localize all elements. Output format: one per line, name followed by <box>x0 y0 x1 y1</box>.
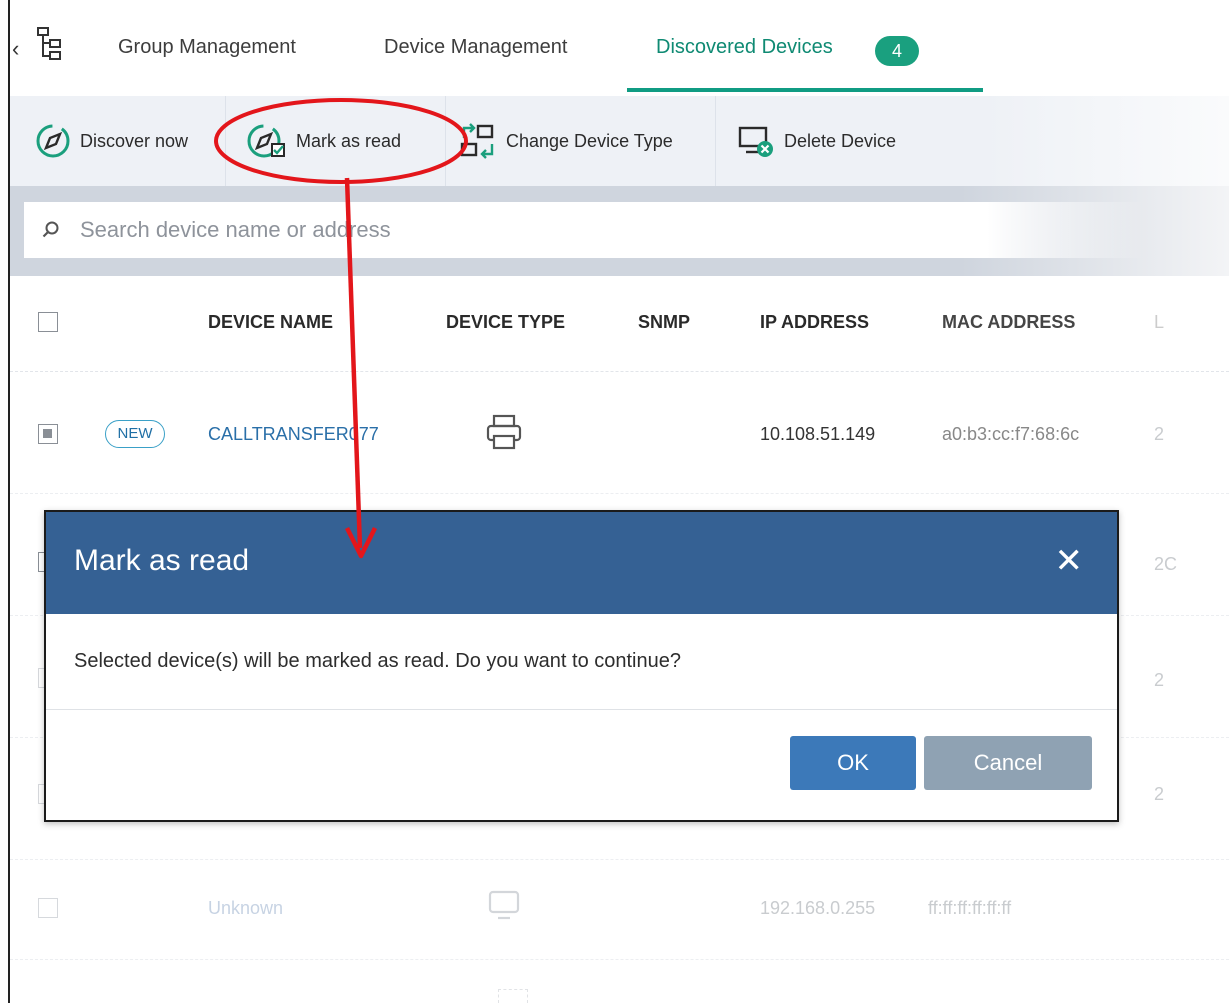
header-device-type[interactable]: DEVICE TYPE <box>446 312 565 333</box>
search-band <box>10 186 1229 276</box>
table-row[interactable]: NEW CALLTRANSFER077 10.108.51.149 a0:b3:… <box>10 372 1229 494</box>
table-row[interactable]: Unknown 192.168.0.255 ff:ff:ff:ff:ff:ff <box>10 850 1229 960</box>
ip-address: 10.108.51.149 <box>760 424 876 444</box>
header-mac-address[interactable]: MAC ADDRESS <box>942 312 1075 333</box>
dialog-title: Mark as read <box>74 544 250 577</box>
mark-as-read-button[interactable]: Mark as read <box>226 96 446 186</box>
group-tree-icon[interactable] <box>36 26 64 62</box>
tab-bar: ‹ Group Management Device Management Dis… <box>10 0 1229 94</box>
dialog-footer: OK Cancel <box>46 710 1117 820</box>
mark-as-read-dialog: Mark as read ✕ Selected device(s) will b… <box>44 510 1119 822</box>
device-type-icon-partial <box>498 989 528 1003</box>
header-ip-address[interactable]: IP ADDRESS <box>760 312 869 333</box>
mac-address: a0:b3:cc:f7:68:6c <box>942 424 1080 444</box>
tab-discovered-devices[interactable]: Discovered Devices <box>656 36 833 59</box>
header-snmp[interactable]: SNMP <box>638 312 690 333</box>
mark-read-compass-icon <box>247 124 285 158</box>
monitor-icon <box>488 890 520 920</box>
dialog-body: Selected device(s) will be marked as rea… <box>46 614 1117 710</box>
toolbar: Discover now Mark as read Change Device … <box>10 96 1229 186</box>
dialog-message: Selected device(s) will be marked as rea… <box>74 650 681 672</box>
ip-address: 192.168.0.255 <box>760 898 876 918</box>
change-device-type-label: Change Device Type <box>506 130 673 151</box>
header-device-name[interactable]: DEVICE NAME <box>208 312 333 333</box>
search-box[interactable] <box>24 202 1144 258</box>
search-icon <box>42 221 59 238</box>
extra-value: 2 <box>1154 670 1165 690</box>
table-row-partial <box>10 985 1229 1003</box>
row-checkbox[interactable] <box>38 898 58 918</box>
discover-now-label: Discover now <box>80 130 189 151</box>
delete-device-label: Delete Device <box>784 130 897 151</box>
back-chevron-icon[interactable]: ‹ <box>12 36 19 62</box>
search-input[interactable] <box>80 217 880 243</box>
dialog-header: Mark as read ✕ <box>46 512 1117 614</box>
close-icon[interactable]: ✕ <box>1055 544 1084 578</box>
tab-group-management[interactable]: Group Management <box>118 36 296 59</box>
mac-address: ff:ff:ff:ff:ff:ff <box>928 898 1012 918</box>
swap-device-icon <box>460 123 494 159</box>
header-extra[interactable]: L <box>1154 312 1164 333</box>
delete-monitor-icon <box>738 126 773 157</box>
printer-icon <box>486 414 522 450</box>
change-device-type-button[interactable]: Change Device Type <box>448 96 716 186</box>
extra-value: 2C <box>1154 554 1178 574</box>
device-name-link[interactable]: Unknown <box>208 898 283 919</box>
discovered-count-badge: 4 <box>875 36 919 66</box>
cancel-button[interactable]: Cancel <box>924 736 1092 790</box>
tab-device-management[interactable]: Device Management <box>384 36 567 59</box>
table-header: DEVICE NAME DEVICE TYPE SNMP IP ADDRESS … <box>10 276 1229 372</box>
extra-value: 2 <box>1154 784 1165 804</box>
new-badge: NEW <box>105 420 165 448</box>
extra-value: 2 <box>1154 424 1165 444</box>
delete-device-button[interactable]: Delete Device <box>716 96 936 186</box>
mark-as-read-label: Mark as read <box>296 130 402 151</box>
active-tab-indicator <box>627 88 983 92</box>
compass-icon <box>36 124 70 158</box>
discover-now-button[interactable]: Discover now <box>26 96 226 186</box>
ok-button[interactable]: OK <box>790 736 916 790</box>
device-name-link[interactable]: CALLTRANSFER077 <box>208 424 379 445</box>
row-checkbox[interactable] <box>38 424 58 444</box>
select-all-checkbox[interactable] <box>38 312 58 332</box>
